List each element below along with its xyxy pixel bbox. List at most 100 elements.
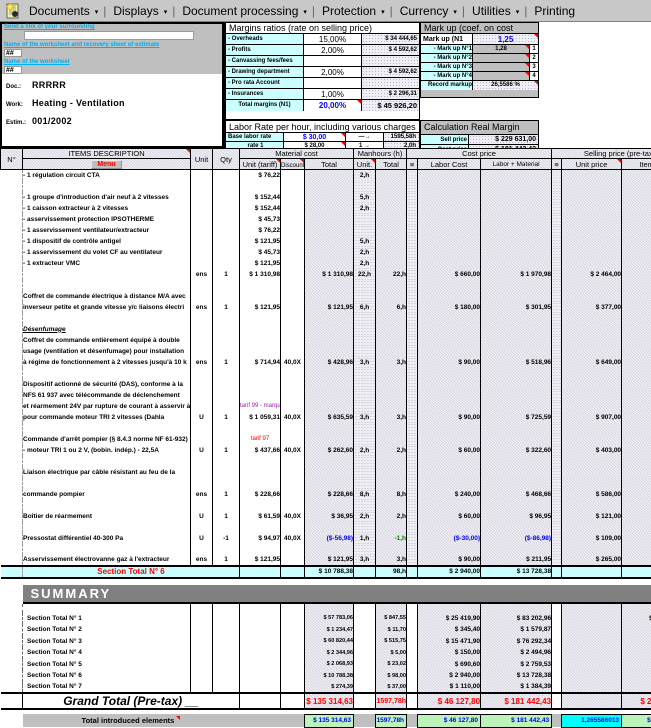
row-description[interactable] xyxy=(23,500,191,511)
row-flag-2[interactable] xyxy=(552,401,562,412)
row-flag-2[interactable] xyxy=(552,170,562,181)
row-discount[interactable] xyxy=(281,346,305,357)
row-qty[interactable]: 1 xyxy=(213,555,240,566)
row-number[interactable] xyxy=(1,368,23,379)
row-description[interactable] xyxy=(23,478,191,489)
row-flag-2[interactable] xyxy=(552,214,562,225)
row-discount[interactable] xyxy=(281,247,305,258)
row-unit-tariff[interactable] xyxy=(240,544,281,555)
table-row[interactable]: Liaison électrique par câble résistant a… xyxy=(1,467,651,478)
table-row[interactable]: Boîtier de réarmementU1$ 61,5940,0X$ 36,… xyxy=(1,511,651,522)
row-number[interactable] xyxy=(1,269,23,280)
margin-pct[interactable]: 15,00% xyxy=(304,34,362,44)
row-flag-1[interactable] xyxy=(407,456,418,467)
table-row[interactable]: - 1 extracteur VMC$ 121,952,h xyxy=(1,258,651,269)
row-qty[interactable]: 1 xyxy=(213,302,240,313)
row-qty[interactable] xyxy=(213,324,240,335)
row-description[interactable]: Coffret de commande électrique à distanc… xyxy=(23,291,191,302)
row-flag-1[interactable] xyxy=(407,390,418,401)
row-flag-2[interactable] xyxy=(552,335,562,346)
row-discount[interactable] xyxy=(281,489,305,500)
row-flag-2[interactable] xyxy=(552,500,562,511)
row-qty[interactable] xyxy=(213,467,240,478)
row-unit-tariff[interactable]: $ 76,22 xyxy=(240,225,281,236)
table-row[interactable] xyxy=(1,478,651,489)
row-description[interactable] xyxy=(23,456,191,467)
row-qty[interactable] xyxy=(213,192,240,203)
row-flag-1[interactable] xyxy=(407,544,418,555)
link-send-surrounding[interactable]: Send a link of your surrounding xyxy=(2,24,222,31)
row-qty[interactable] xyxy=(213,478,240,489)
row-qty[interactable]: 1 xyxy=(213,269,240,280)
margin-pct[interactable]: 1,00% xyxy=(304,89,362,99)
row-manhour-unit[interactable] xyxy=(354,335,376,346)
table-row[interactable]: Pressostat différentiel 40-300 PaU-1$ 94… xyxy=(1,533,651,544)
row-unit[interactable]: U xyxy=(191,412,213,423)
row-discount[interactable] xyxy=(281,456,305,467)
row-unit-tariff[interactable] xyxy=(240,467,281,478)
row-manhour-unit[interactable]: 3,h xyxy=(354,412,376,423)
row-manhour-unit[interactable] xyxy=(354,467,376,478)
row-description[interactable]: commande pompier xyxy=(23,489,191,500)
row-manhour-unit[interactable]: 2,h xyxy=(354,445,376,456)
table-row[interactable]: ens1$ 1 310,98$ 1 310,9822,h22,h$ 660,00… xyxy=(1,269,651,280)
row-description[interactable] xyxy=(23,181,191,192)
row-qty[interactable]: -1 xyxy=(213,533,240,544)
row-number[interactable] xyxy=(1,291,23,302)
markup-main-value[interactable]: 1,25 xyxy=(473,34,538,44)
markup-index[interactable]: 3 xyxy=(529,63,538,71)
row-unit-tariff[interactable] xyxy=(240,335,281,346)
row-number[interactable] xyxy=(1,390,23,401)
row-number[interactable] xyxy=(1,247,23,258)
row-unit-tariff[interactable]: $ 45,73 xyxy=(240,214,281,225)
row-flag-1[interactable] xyxy=(407,335,418,346)
row-discount[interactable] xyxy=(281,401,305,412)
row-discount[interactable] xyxy=(281,335,305,346)
link-worksheet-name[interactable]: Name of the worksheet xyxy=(2,59,222,66)
row-qty[interactable] xyxy=(213,544,240,555)
row-description[interactable]: Asservissement électrovanne gaz à l'extr… xyxy=(23,555,191,566)
row-discount[interactable] xyxy=(281,280,305,291)
table-row[interactable] xyxy=(1,456,651,467)
row-qty[interactable] xyxy=(213,225,240,236)
row-unit-tariff[interactable] xyxy=(240,379,281,390)
row-unit[interactable] xyxy=(191,214,213,225)
row-qty[interactable] xyxy=(213,181,240,192)
margin-total-pct[interactable]: 20,00% xyxy=(304,100,362,111)
row-flag-2[interactable] xyxy=(552,456,562,467)
row-number[interactable] xyxy=(1,346,23,357)
row-number[interactable] xyxy=(1,478,23,489)
row-unit[interactable] xyxy=(191,544,213,555)
row-description[interactable] xyxy=(23,313,191,324)
row-manhour-unit[interactable]: 2,h xyxy=(354,247,376,258)
row-qty[interactable] xyxy=(213,401,240,412)
row-manhour-unit[interactable] xyxy=(354,500,376,511)
row-flag-2[interactable] xyxy=(552,368,562,379)
row-unit-tariff[interactable] xyxy=(240,423,281,434)
row-unit-tariff[interactable]: $ 1 059,31 xyxy=(240,412,281,423)
row-unit-tariff[interactable]: $ 121,95 xyxy=(240,302,281,313)
row-qty[interactable]: 1 xyxy=(213,445,240,456)
row-qty[interactable] xyxy=(213,522,240,533)
row-number[interactable] xyxy=(1,522,23,533)
menu-item-currency[interactable]: Currency ▾ xyxy=(397,4,460,18)
row-qty[interactable] xyxy=(213,456,240,467)
row-flag-1[interactable] xyxy=(407,324,418,335)
markup-index[interactable]: 4 xyxy=(529,72,538,80)
row-flag-2[interactable] xyxy=(552,533,562,544)
row-flag-1[interactable] xyxy=(407,478,418,489)
labor-value[interactable]: $ 30,00 xyxy=(284,133,346,141)
row-flag-1[interactable] xyxy=(407,181,418,192)
row-qty[interactable] xyxy=(213,346,240,357)
row-number[interactable] xyxy=(1,500,23,511)
row-unit[interactable]: ens xyxy=(191,302,213,313)
row-flag-1[interactable] xyxy=(407,522,418,533)
row-unit-tariff[interactable] xyxy=(240,500,281,511)
row-flag-2[interactable] xyxy=(552,291,562,302)
row-unit-tariff[interactable]: $ 61,59 xyxy=(240,511,281,522)
table-row[interactable] xyxy=(1,500,651,511)
row-unit-tariff[interactable]: $ 121,95 xyxy=(240,236,281,247)
header-flag-1[interactable]: ≡ xyxy=(407,159,418,170)
row-description[interactable]: - moteur TRI 1 ou 2 V, (bobin. indép.) -… xyxy=(23,445,191,456)
row-unit-tariff[interactable]: $ 1 310,98 xyxy=(240,269,281,280)
